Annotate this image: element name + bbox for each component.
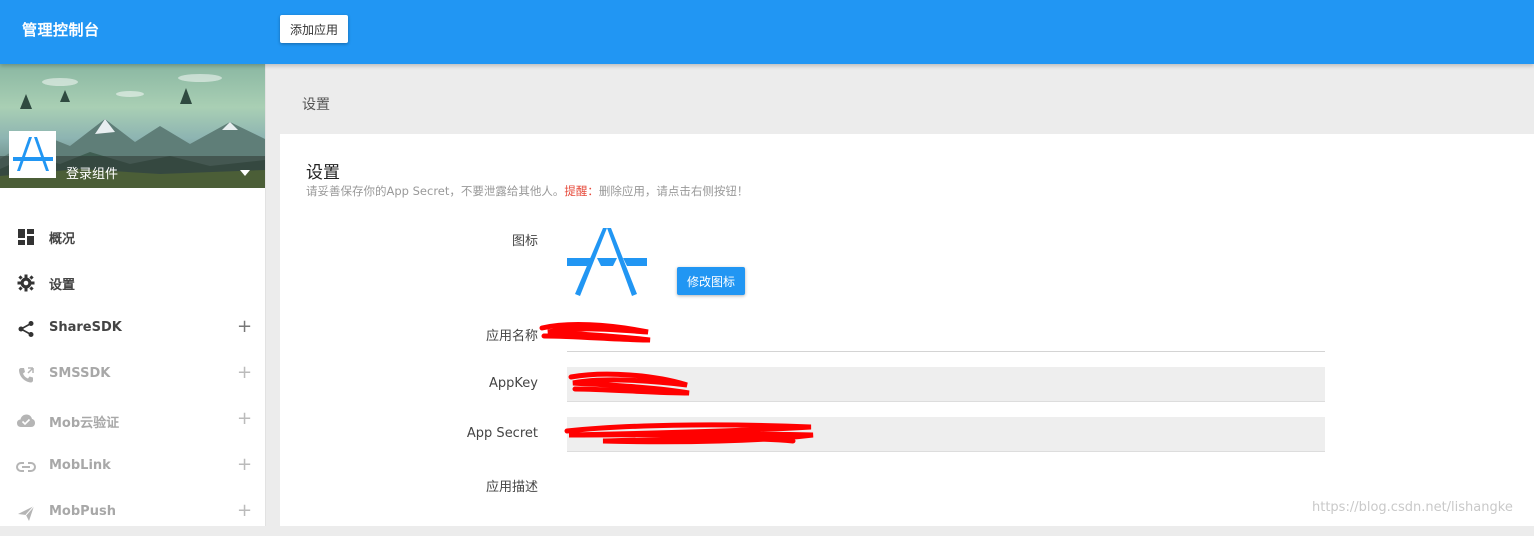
current-app-name: 登录组件: [66, 167, 119, 182]
sidebar-nav: 概况 设置 ShareSDK + SMSSDK + Mob云验证 + MobLi…: [0, 214, 265, 536]
share-icon: [16, 319, 36, 339]
sidebar-item-label: SMSSDK: [49, 366, 111, 381]
sidebar-item-label: MobLink: [49, 458, 111, 473]
app-store-icon: [567, 228, 647, 296]
appkey-label: AppKey: [489, 376, 538, 391]
sidebar-item-mobpush[interactable]: MobPush +: [0, 490, 265, 536]
console-title: 管理控制台: [22, 21, 100, 39]
add-app-button[interactable]: 添加应用: [280, 15, 348, 43]
send-icon: [16, 503, 36, 523]
watermark: https://blog.csdn.net/lishangke: [1312, 500, 1513, 515]
sidebar-item-label: 概况: [49, 232, 76, 247]
card-title: 设置: [306, 163, 340, 183]
expand-plus-icon[interactable]: +: [237, 409, 252, 429]
expand-plus-icon[interactable]: +: [237, 363, 252, 383]
sidebar-item-label: MobPush: [49, 504, 116, 519]
warn-label: 提醒：: [564, 184, 599, 198]
page-title: 设置: [302, 97, 330, 113]
sidebar-item-sharesdk[interactable]: ShareSDK +: [0, 306, 265, 352]
appkey-field[interactable]: [567, 367, 1325, 402]
link-icon: [16, 457, 36, 477]
sidebar-item-label: Mob云验证: [49, 416, 120, 431]
app-switch-caret-icon[interactable]: [240, 170, 250, 176]
gear-icon: [16, 273, 36, 293]
sidebar-item-mob-cloud-verify[interactable]: Mob云验证 +: [0, 398, 265, 444]
app-avatar: [9, 131, 56, 178]
app-name-field[interactable]: [567, 317, 1325, 352]
secret-tip-text: 请妥善保存你的App Secret，不要泄露给其他人。: [306, 184, 565, 198]
app-secret-field[interactable]: [567, 417, 1325, 452]
app-secret-input[interactable]: [567, 417, 1325, 451]
expand-plus-icon[interactable]: +: [237, 501, 252, 521]
top-bar: 管理控制台 添加应用: [0, 0, 1534, 64]
sidebar-item-moblink[interactable]: MobLink +: [0, 444, 265, 490]
change-icon-button[interactable]: 修改图标: [677, 267, 745, 295]
sidebar-item-settings[interactable]: 设置: [0, 260, 265, 306]
app-banner: 登录组件: [0, 64, 265, 188]
sidebar-item-overview[interactable]: 概况: [0, 214, 265, 260]
cloud-check-icon: [16, 411, 36, 431]
expand-plus-icon[interactable]: +: [237, 455, 252, 475]
sidebar-item-label: ShareSDK: [49, 320, 122, 335]
sidebar-item-smssdk[interactable]: SMSSDK +: [0, 352, 265, 398]
phone-icon: [16, 365, 36, 385]
app-secret-label: App Secret: [466, 426, 538, 441]
appkey-input[interactable]: [567, 367, 1325, 401]
card-tip: 请妥善保存你的App Secret，不要泄露给其他人。提醒：删除应用，请点击右侧…: [306, 183, 748, 199]
app-store-icon: [12, 136, 53, 171]
dashboard-icon: [16, 227, 36, 247]
sidebar: 登录组件 概况 设置 ShareSDK + SMSSDK + Mob云验证 + …: [0, 64, 266, 526]
app-icon-preview: [567, 226, 647, 302]
warn-text: 删除应用，请点击右侧按钮！: [598, 184, 749, 198]
app-name-label: 应用名称: [485, 329, 538, 344]
icon-label: 图标: [511, 234, 538, 249]
expand-plus-icon[interactable]: +: [237, 317, 252, 337]
app-name-input[interactable]: [567, 317, 1325, 351]
settings-card: 设置 请妥善保存你的App Secret，不要泄露给其他人。提醒：删除应用，请点…: [280, 134, 1534, 526]
sidebar-item-label: 设置: [49, 278, 76, 293]
app-desc-label: 应用描述: [485, 480, 538, 495]
